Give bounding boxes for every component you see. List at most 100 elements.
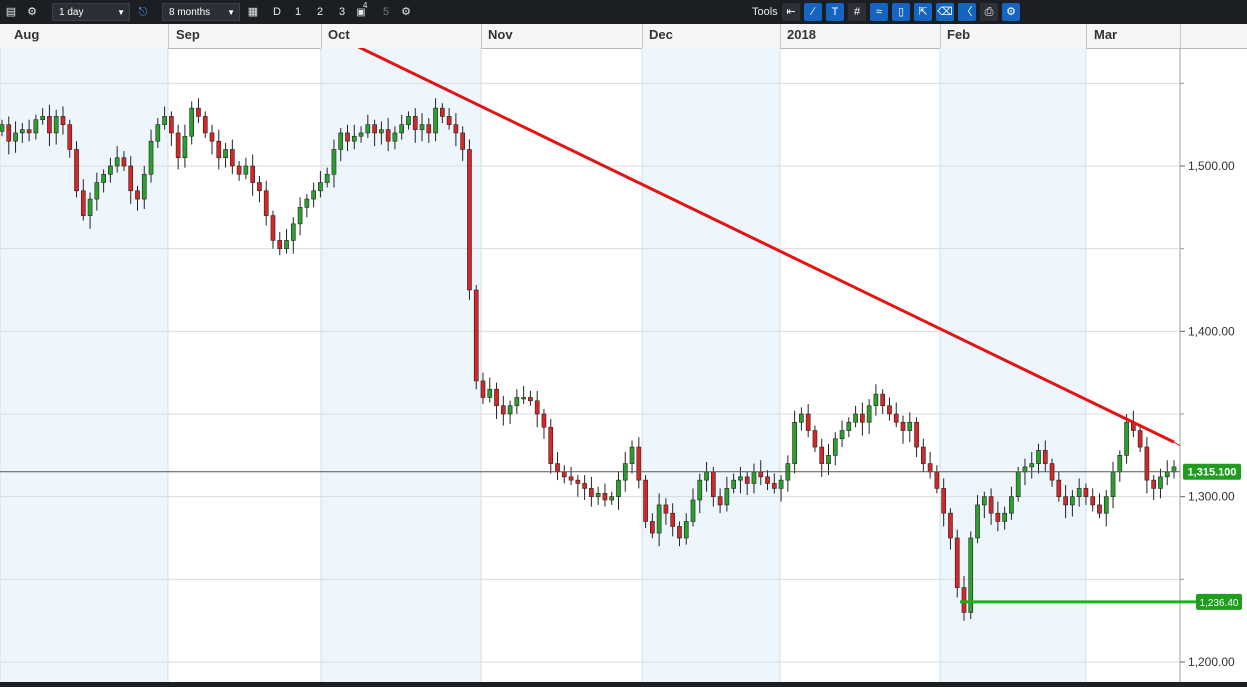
down-candle-body	[589, 488, 594, 497]
candle	[1090, 488, 1096, 512]
trendline-icon[interactable]: ∕	[804, 3, 822, 21]
up-candle-body	[351, 135, 357, 142]
candle	[819, 438, 825, 477]
up-candle-body	[1009, 496, 1014, 514]
candle	[263, 180, 269, 226]
settings-icon[interactable]: ⚙	[1002, 3, 1020, 21]
tools-label: Tools	[752, 6, 778, 18]
candle	[853, 405, 858, 428]
up-candle-body	[751, 471, 757, 484]
candle	[1158, 468, 1163, 499]
down-candle-body	[1151, 479, 1157, 489]
print-icon[interactable]: ⎙	[980, 3, 998, 21]
down-candle-body	[250, 165, 255, 183]
interval-select[interactable]: 1 day ▼	[52, 3, 130, 21]
back-arrow-icon[interactable]: ⇤	[782, 3, 800, 21]
down-candle-body	[948, 512, 953, 539]
down-candle-body	[67, 124, 73, 150]
candle	[284, 228, 289, 254]
month-label-nov: Nov	[488, 27, 513, 42]
candle	[473, 285, 479, 390]
range-value: 8 months	[169, 7, 211, 18]
period-4-button[interactable]: ▣ 4	[354, 1, 368, 21]
up-candle-body	[724, 488, 730, 506]
chevron-down-icon: ▼	[227, 8, 235, 17]
down-candle-body	[710, 471, 716, 497]
period-3-button[interactable]: 3	[336, 3, 348, 21]
up-candle-body	[304, 198, 310, 208]
up-candle-body	[87, 198, 93, 216]
candle	[311, 182, 316, 208]
up-candle-body	[365, 124, 371, 134]
down-candle-body	[196, 107, 201, 117]
up-candle-body	[514, 397, 520, 407]
candle	[528, 390, 533, 406]
candle	[1137, 423, 1143, 453]
candle	[230, 139, 235, 175]
candle	[812, 425, 818, 453]
candle	[880, 389, 886, 414]
up-candle-body	[738, 476, 743, 481]
price-tick-label: 1,300.00	[1188, 490, 1235, 504]
down-candle-body	[934, 471, 940, 489]
down-candle-body	[758, 471, 764, 478]
down-candle-body	[426, 124, 432, 134]
up-candle-body	[94, 182, 100, 200]
up-candle-body	[358, 132, 364, 137]
down-candle-body	[650, 521, 655, 534]
fibonacci-icon[interactable]: ≈	[870, 3, 888, 21]
up-candle-body	[704, 471, 709, 481]
down-candle-body	[270, 215, 276, 241]
candle	[826, 443, 831, 476]
candle	[792, 410, 797, 474]
up-candle-body	[331, 149, 337, 175]
up-candle-body	[311, 190, 316, 200]
down-candle-body	[1083, 488, 1089, 497]
range-select[interactable]: 8 months ▼	[162, 3, 240, 21]
text-tool-icon[interactable]: T	[826, 3, 844, 21]
candle	[182, 124, 188, 168]
period-5-button[interactable]: 5	[380, 3, 392, 21]
down-candle-body	[175, 132, 181, 159]
candle	[636, 437, 642, 489]
lock-icon[interactable]: ⎋	[137, 3, 149, 21]
eraser-icon[interactable]: ⌫	[936, 3, 954, 21]
expand-icon[interactable]: ⇱	[914, 3, 932, 21]
settings-icon[interactable]: ⚙	[398, 3, 414, 21]
period-2-button[interactable]: 2	[314, 3, 326, 21]
menu-icon[interactable]: ▤	[4, 3, 18, 21]
candle	[887, 397, 892, 421]
candle	[921, 438, 926, 472]
up-candle-body	[609, 496, 615, 501]
down-candle-body	[1056, 479, 1062, 497]
candle-icon[interactable]: ▯	[892, 3, 910, 21]
down-candle-body	[277, 240, 283, 249]
gear-icon[interactable]: ⚙	[24, 3, 40, 21]
month-divider	[780, 24, 781, 48]
candle	[629, 440, 635, 474]
down-candle-body	[744, 476, 750, 484]
price-tick-label: 1,400.00	[1188, 324, 1235, 338]
candle	[900, 415, 906, 444]
up-candle-body	[19, 129, 25, 134]
grid-icon[interactable]: #	[848, 3, 866, 21]
up-candle-body	[907, 421, 913, 431]
candle	[846, 417, 852, 438]
up-candle-body	[1002, 512, 1007, 522]
month-label-feb: Feb	[947, 27, 971, 42]
calendar-icon[interactable]: ▦	[246, 3, 260, 21]
candle	[209, 124, 215, 155]
up-candle-body	[826, 455, 831, 464]
label-icon[interactable]: 〈	[958, 3, 976, 21]
period-1-button[interactable]: 1	[292, 3, 304, 21]
down-candle-body	[202, 116, 208, 134]
down-candle-body	[643, 479, 648, 522]
period-d-button[interactable]: D	[270, 3, 284, 21]
current-price-label: 1,315.100	[1188, 467, 1237, 479]
up-candle-body	[223, 149, 228, 159]
candle	[277, 232, 283, 256]
candle	[243, 157, 249, 180]
up-candle-body	[1110, 471, 1116, 497]
down-candle-body	[257, 182, 262, 192]
month-divider	[481, 24, 482, 48]
